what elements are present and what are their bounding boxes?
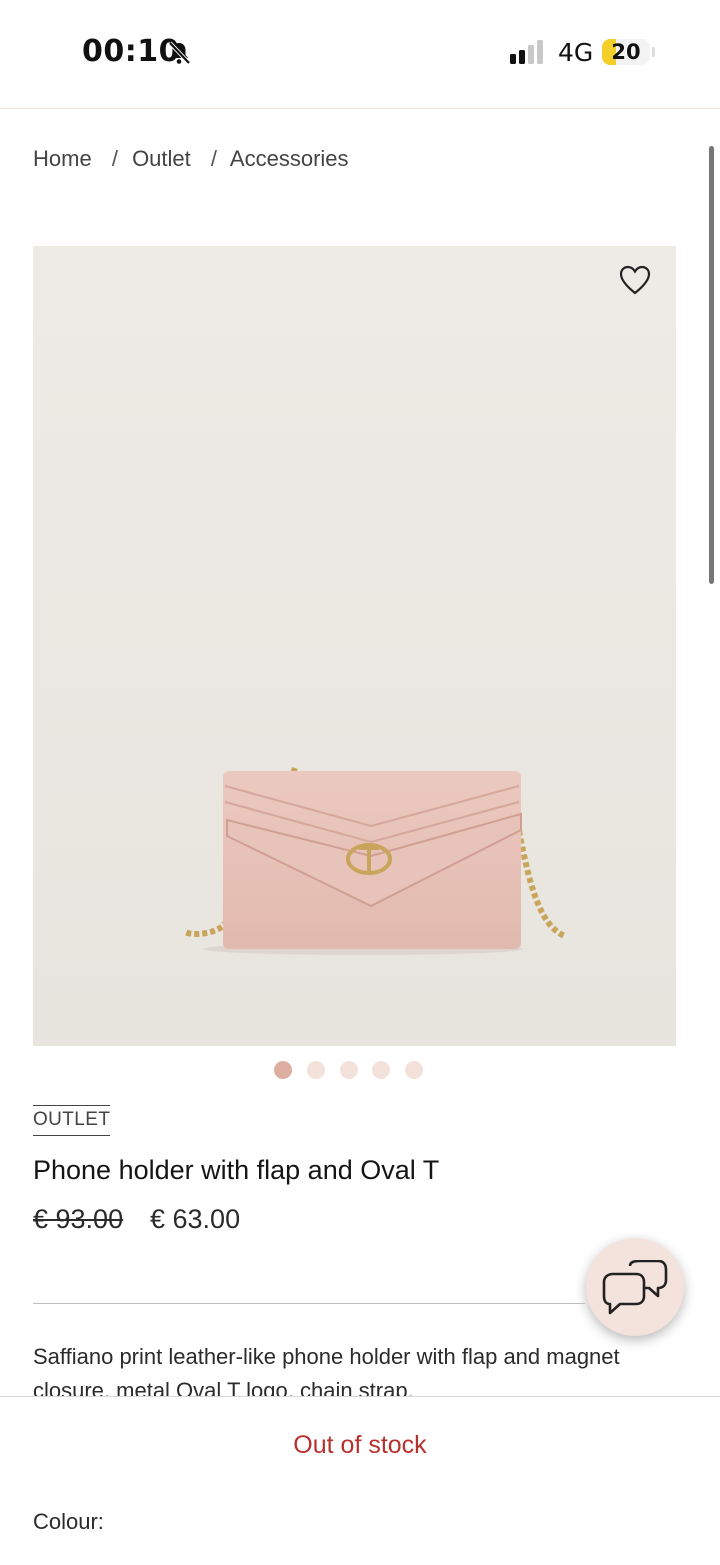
chat-button[interactable] [586, 1238, 684, 1336]
breadcrumb-accessories[interactable]: Accessories [230, 146, 349, 171]
chat-bubbles-icon [602, 1260, 668, 1315]
heart-icon[interactable] [619, 265, 651, 295]
availability-status: Out of stock [293, 1431, 427, 1459]
battery-level: 20 [611, 40, 641, 64]
product-title: Phone holder with flap and Oval T [33, 1155, 440, 1185]
product-description: Saffiano print leather-like phone holder… [33, 1344, 620, 1396]
breadcrumb-home[interactable]: Home [33, 146, 92, 171]
product-photo [183, 766, 567, 955]
sale-price: € 63.00 [150, 1204, 241, 1234]
outlet-tag: OUTLET [33, 1105, 111, 1136]
page-scrollbar[interactable] [709, 146, 714, 584]
original-price: € 93.00 [33, 1204, 124, 1234]
bottom-bar: Out of stock Colour: [0, 1396, 720, 1565]
bell-slash-icon [168, 41, 191, 65]
battery-icon: 20 [602, 39, 650, 65]
breadcrumb-separator: / [111, 146, 118, 171]
carousel-dot-5[interactable] [405, 1061, 423, 1079]
colour-label: Colour: [33, 1509, 104, 1534]
network-type: 4G [558, 38, 594, 67]
breadcrumb: Home / Outlet / Accessories [33, 146, 363, 172]
section-divider [33, 1303, 585, 1304]
carousel-dot-2[interactable] [307, 1061, 325, 1079]
status-bar: 00:10 4G 20 [0, 0, 720, 109]
breadcrumb-outlet[interactable]: Outlet [132, 146, 191, 171]
product-image[interactable] [33, 246, 676, 1046]
signal-icon [510, 40, 543, 64]
breadcrumb-separator: / [210, 146, 218, 171]
carousel-dot-1[interactable] [274, 1061, 292, 1079]
carousel-dot-4[interactable] [372, 1061, 390, 1079]
carousel-dot-3[interactable] [340, 1061, 358, 1079]
